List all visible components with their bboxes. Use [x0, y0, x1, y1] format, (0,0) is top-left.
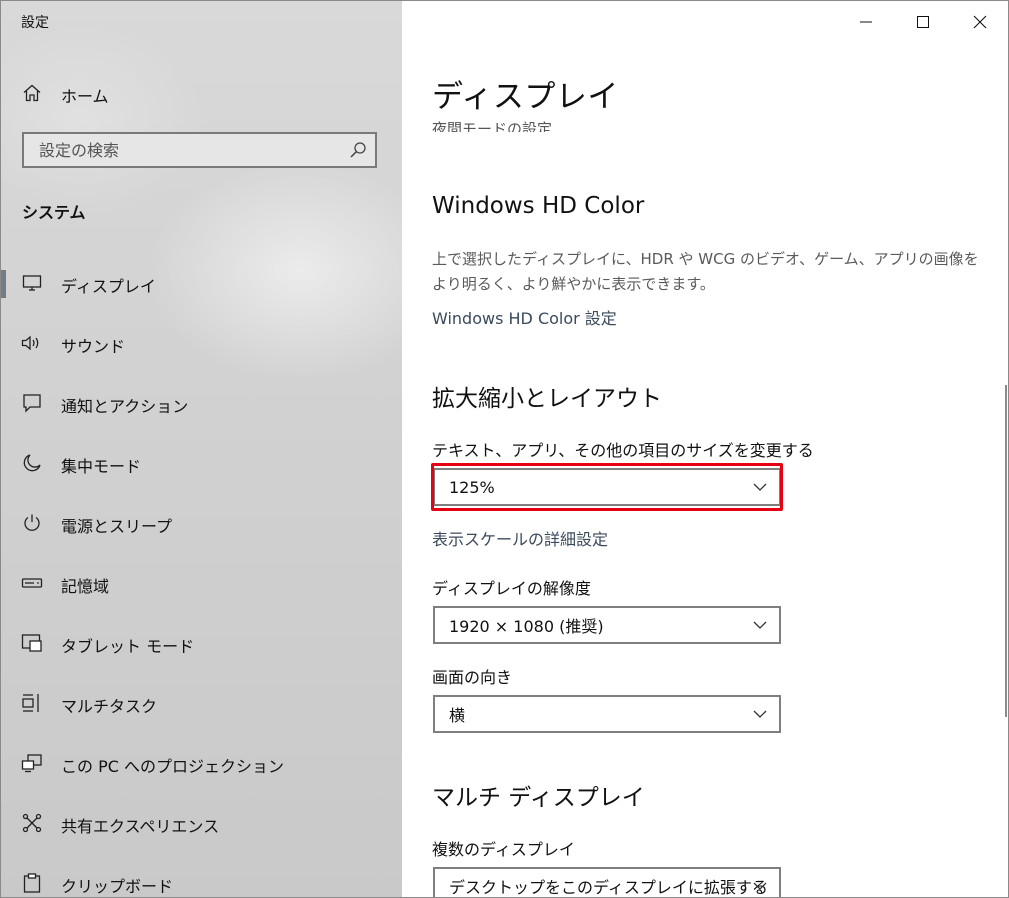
sidebar-item-label: タブレット モード [61, 637, 195, 656]
scale-layout-heading: 拡大縮小とレイアウト [432, 386, 662, 412]
close-icon [973, 15, 987, 29]
chevron-down-icon [753, 710, 767, 718]
orientation-dropdown[interactable]: 横 [433, 695, 781, 733]
settings-window: 設定 ホーム システム ディスプレイ サウンド [0, 0, 1009, 898]
hd-color-description: 上で選択したディスプレイに、HDR や WCG のビデオ、ゲーム、アプリの画像を… [432, 250, 979, 293]
hd-color-settings-link[interactable]: Windows HD Color 設定 [432, 305, 617, 329]
search-box[interactable] [22, 132, 377, 168]
sidebar-section-title: システム [22, 203, 86, 222]
sidebar-item-display[interactable]: ディスプレイ [1, 260, 402, 306]
page-title: ディスプレイ [432, 79, 619, 115]
search-icon[interactable] [349, 141, 367, 159]
multi-display-dropdown[interactable]: デスクトップをこのディスプレイに拡張する [433, 867, 781, 897]
night-light-link[interactable]: 夜間モードの設定 [432, 114, 552, 132]
sidebar-item-label: 通知とアクション [61, 397, 189, 416]
multitask-icon [21, 692, 43, 714]
sidebar-item-tablet[interactable]: タブレット モード [1, 620, 402, 666]
sidebar-item-storage[interactable]: 記憶域 [1, 560, 402, 606]
sidebar-item-projection[interactable]: この PC へのプロジェクション [1, 740, 402, 786]
minimize-button[interactable] [846, 8, 886, 36]
speaker-icon [21, 332, 43, 354]
sidebar-item-label: 電源とスリープ [61, 517, 173, 536]
maximize-icon [917, 16, 929, 28]
sidebar-home[interactable]: ホーム [1, 73, 402, 113]
sidebar-item-label: 集中モード [61, 457, 142, 476]
chevron-down-icon [753, 882, 767, 890]
sidebar-item-shared-experiences[interactable]: 共有エクスペリエンス [1, 800, 402, 846]
app-title: 設定 [21, 15, 49, 31]
notification-icon [21, 392, 43, 414]
sidebar-item-label: マルチタスク [61, 697, 158, 716]
sidebar-item-label: ディスプレイ [61, 277, 156, 296]
sidebar-home-label: ホーム [61, 87, 109, 106]
orientation-label: 画面の向き [432, 668, 513, 687]
storage-icon [21, 572, 43, 594]
multi-display-heading: マルチ ディスプレイ [432, 785, 645, 811]
orientation-value: 横 [449, 706, 466, 725]
sidebar-item-sound[interactable]: サウンド [1, 320, 402, 366]
tablet-icon [21, 632, 43, 654]
clipboard-icon [21, 872, 43, 894]
projection-icon [21, 752, 43, 774]
sidebar-item-label: 記憶域 [61, 577, 110, 596]
scale-label: テキスト、アプリ、その他の項目のサイズを変更する [432, 441, 814, 460]
sidebar: 設定 ホーム システム ディスプレイ サウンド [1, 1, 402, 897]
sidebar-item-multitasking[interactable]: マルチタスク [1, 680, 402, 726]
sidebar-item-focus[interactable]: 集中モード [1, 440, 402, 486]
advanced-scaling-link[interactable]: 表示スケールの詳細設定 [432, 526, 608, 550]
multi-display-value: デスクトップをこのディスプレイに拡張する [449, 878, 768, 897]
resolution-label: ディスプレイの解像度 [432, 579, 591, 598]
sidebar-item-notifications[interactable]: 通知とアクション [1, 380, 402, 426]
sidebar-item-label: この PC へのプロジェクション [61, 757, 284, 776]
maximize-button[interactable] [903, 8, 943, 36]
home-icon [21, 82, 43, 104]
sidebar-item-label: 共有エクスペリエンス [61, 817, 220, 836]
minimize-icon [860, 21, 872, 23]
chevron-down-icon [753, 621, 767, 629]
highlight-box [431, 463, 783, 511]
resolution-dropdown[interactable]: 1920 × 1080 (推奨) [433, 606, 781, 644]
share-icon [21, 812, 43, 834]
sidebar-item-label: サウンド [61, 337, 126, 356]
sidebar-item-clipboard[interactable]: クリップボード [1, 860, 402, 897]
monitor-icon [21, 272, 43, 294]
power-icon [21, 512, 43, 534]
search-input[interactable] [24, 134, 349, 166]
close-button[interactable] [960, 8, 1000, 36]
moon-icon [21, 452, 43, 474]
sidebar-item-power[interactable]: 電源とスリープ [1, 500, 402, 546]
scrollbar[interactable] [1005, 385, 1007, 717]
resolution-value: 1920 × 1080 (推奨) [449, 617, 604, 636]
multi-display-label: 複数のディスプレイ [432, 840, 575, 859]
sidebar-item-label: クリップボード [61, 877, 174, 896]
main-pane: ディスプレイ 夜間モードの設定 Windows HD Color 上で選択したデ… [402, 1, 1008, 897]
hd-color-heading: Windows HD Color [432, 193, 645, 219]
